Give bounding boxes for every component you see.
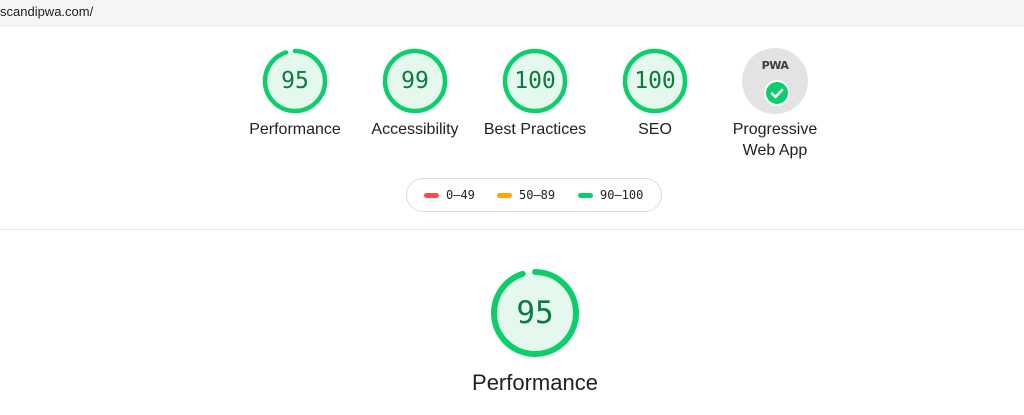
gauge-performance[interactable]: 95 Performance xyxy=(249,46,341,138)
section-divider xyxy=(0,229,1024,230)
pwa-ring: PWA xyxy=(740,46,810,116)
lighthouse-report: scandipwa.com/ 95 Performance 99 Accessi… xyxy=(0,0,1024,415)
legend-range: 90–100 xyxy=(600,188,644,202)
gauge-accessibility[interactable]: 99 Accessibility xyxy=(371,46,459,138)
gauge-score: 100 xyxy=(514,68,556,94)
legend-range: 0–49 xyxy=(446,188,475,202)
legend-range: 50–89 xyxy=(519,188,556,202)
pwa-logo: PWA xyxy=(761,59,789,72)
pwa-badge: PWA xyxy=(742,48,808,114)
gauge-ring: 99 xyxy=(380,46,450,116)
performance-main-gauge[interactable]: 95 xyxy=(488,266,582,360)
gauge-ring: 95 xyxy=(260,46,330,116)
gauge-score: 95 xyxy=(281,68,309,94)
legend-swatch xyxy=(424,193,439,198)
gauge-pwa[interactable]: PWA Progressive Web App xyxy=(733,46,817,159)
main-gauge-score: 95 xyxy=(516,295,554,331)
gauge-label: Progressive Web App xyxy=(690,119,860,161)
main-gauge-label: Performance xyxy=(472,370,598,395)
checkmark-icon xyxy=(764,80,790,106)
legend-swatch xyxy=(497,193,512,198)
gauge-ring: 100 xyxy=(620,46,690,116)
pwa-label-line2: Web App xyxy=(742,142,808,159)
gauge-score: 100 xyxy=(634,68,676,94)
pwa-label-line1: Progressive xyxy=(732,121,818,138)
legend-swatch xyxy=(578,193,593,198)
score-legend: 0–49 50–89 90–100 xyxy=(406,178,662,212)
gauge-best-practices[interactable]: 100 Best Practices xyxy=(484,46,586,138)
url-text: scandipwa.com/ xyxy=(0,4,94,19)
gauge-score: 99 xyxy=(401,68,429,94)
gauge-seo[interactable]: 100 SEO xyxy=(620,46,690,138)
gauge-ring: 100 xyxy=(500,46,570,116)
url-bar: scandipwa.com/ xyxy=(0,0,1024,26)
